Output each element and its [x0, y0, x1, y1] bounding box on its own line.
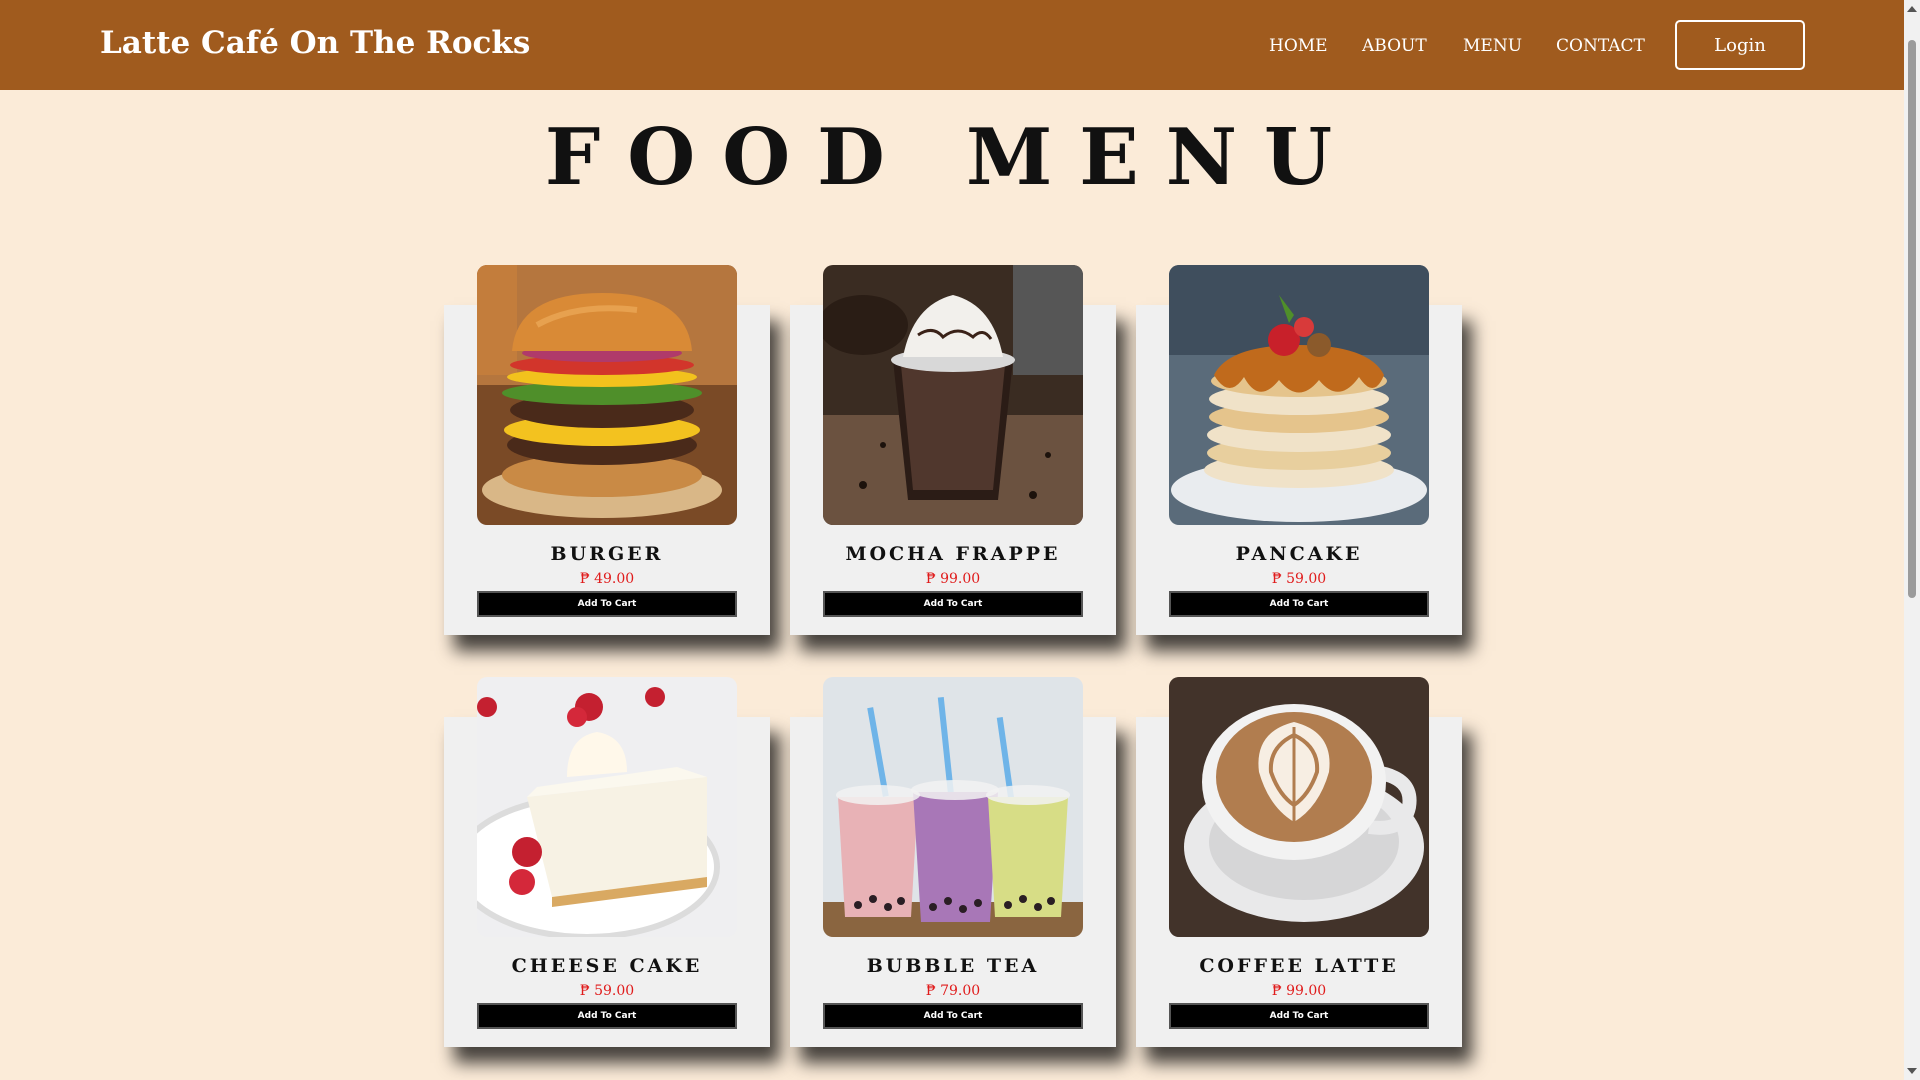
add-to-cart-button[interactable]: Add To Cart: [477, 591, 737, 617]
nav-about-link[interactable]: ABOUT: [1362, 36, 1427, 56]
add-to-cart-button[interactable]: Add To Cart: [1169, 591, 1429, 617]
page-title: FOOD MENU: [544, 112, 1360, 203]
item-price: ₱ 59.00: [579, 983, 635, 999]
add-to-cart-button[interactable]: Add To Cart: [823, 1003, 1083, 1029]
burger-image: [477, 265, 737, 525]
login-button[interactable]: Login: [1675, 20, 1805, 70]
menu-card-burger: BURGER ₱ 49.00 Add To Cart: [444, 265, 770, 635]
item-name: CHEESE CAKE: [511, 955, 703, 977]
mocha-frappe-image: [823, 265, 1083, 525]
nav-home-link[interactable]: HOME: [1269, 36, 1328, 56]
item-price: ₱ 99.00: [925, 571, 981, 587]
navbar: Latte Café On The Rocks HOME ABOUT MENU …: [0, 0, 1904, 90]
item-price: ₱ 99.00: [1271, 983, 1327, 999]
menu-card-bubble-tea: BUBBLE TEA ₱ 79.00 Add To Cart: [790, 677, 1116, 1047]
coffee-latte-image: [1169, 677, 1429, 937]
brand-title[interactable]: Latte Café On The Rocks: [100, 25, 530, 61]
scroll-up-arrow-icon[interactable]: [1907, 6, 1917, 12]
item-price: ₱ 49.00: [579, 571, 635, 587]
item-name: BUBBLE TEA: [866, 955, 1040, 977]
vertical-scrollbar[interactable]: [1904, 0, 1920, 1080]
add-to-cart-button[interactable]: Add To Cart: [477, 1003, 737, 1029]
item-name: PANCAKE: [1235, 543, 1363, 565]
item-name: COFFEE LATTE: [1199, 955, 1399, 977]
nav-menu-link[interactable]: MENU: [1463, 36, 1522, 56]
menu-card-pancake: PANCAKE ₱ 59.00 Add To Cart: [1136, 265, 1462, 635]
pancake-image: [1169, 265, 1429, 525]
item-price: ₱ 79.00: [925, 983, 981, 999]
item-name: BURGER: [550, 543, 664, 565]
add-to-cart-button[interactable]: Add To Cart: [823, 591, 1083, 617]
cheese-cake-image: [477, 677, 737, 937]
menu-card-coffee-latte: COFFEE LATTE ₱ 99.00 Add To Cart: [1136, 677, 1462, 1047]
item-price: ₱ 59.00: [1271, 571, 1327, 587]
menu-card-cheese-cake: CHEESE CAKE ₱ 59.00 Add To Cart: [444, 677, 770, 1047]
scroll-down-arrow-icon[interactable]: [1907, 1068, 1917, 1074]
nav-contact-link[interactable]: CONTACT: [1556, 36, 1645, 56]
scrollbar-thumb[interactable]: [1908, 40, 1916, 598]
bubble-tea-image: [823, 677, 1083, 937]
menu-card-mocha-frappe: MOCHA FRAPPE ₱ 99.00 Add To Cart: [790, 265, 1116, 635]
add-to-cart-button[interactable]: Add To Cart: [1169, 1003, 1429, 1029]
item-name: MOCHA FRAPPE: [845, 543, 1061, 565]
